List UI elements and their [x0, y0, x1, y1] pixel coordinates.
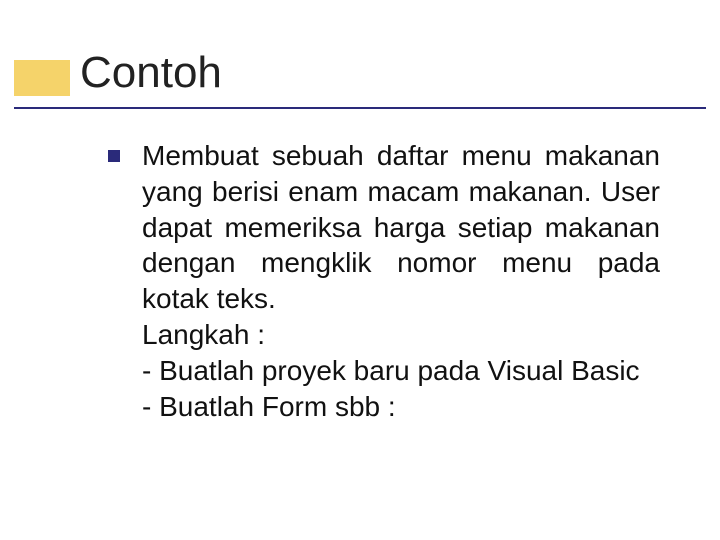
body-text: Membuat sebuah daftar menu makanan yang …: [142, 138, 660, 425]
square-bullet-icon: [108, 150, 120, 162]
langkah-label: Langkah :: [142, 317, 660, 353]
step-2: - Buatlah Form sbb :: [142, 389, 660, 425]
slide: Contoh Membuat sebuah daftar menu makana…: [0, 0, 720, 540]
title-accent-block: [14, 60, 70, 96]
body-paragraph: Membuat sebuah daftar menu makanan yang …: [142, 138, 660, 317]
body-area: Membuat sebuah daftar menu makanan yang …: [108, 138, 660, 425]
step-1: - Buatlah proyek baru pada Visual Basic: [142, 353, 660, 389]
title-underline: [14, 107, 706, 109]
slide-title: Contoh: [80, 48, 222, 98]
bullet-item: Membuat sebuah daftar menu makanan yang …: [108, 138, 660, 425]
